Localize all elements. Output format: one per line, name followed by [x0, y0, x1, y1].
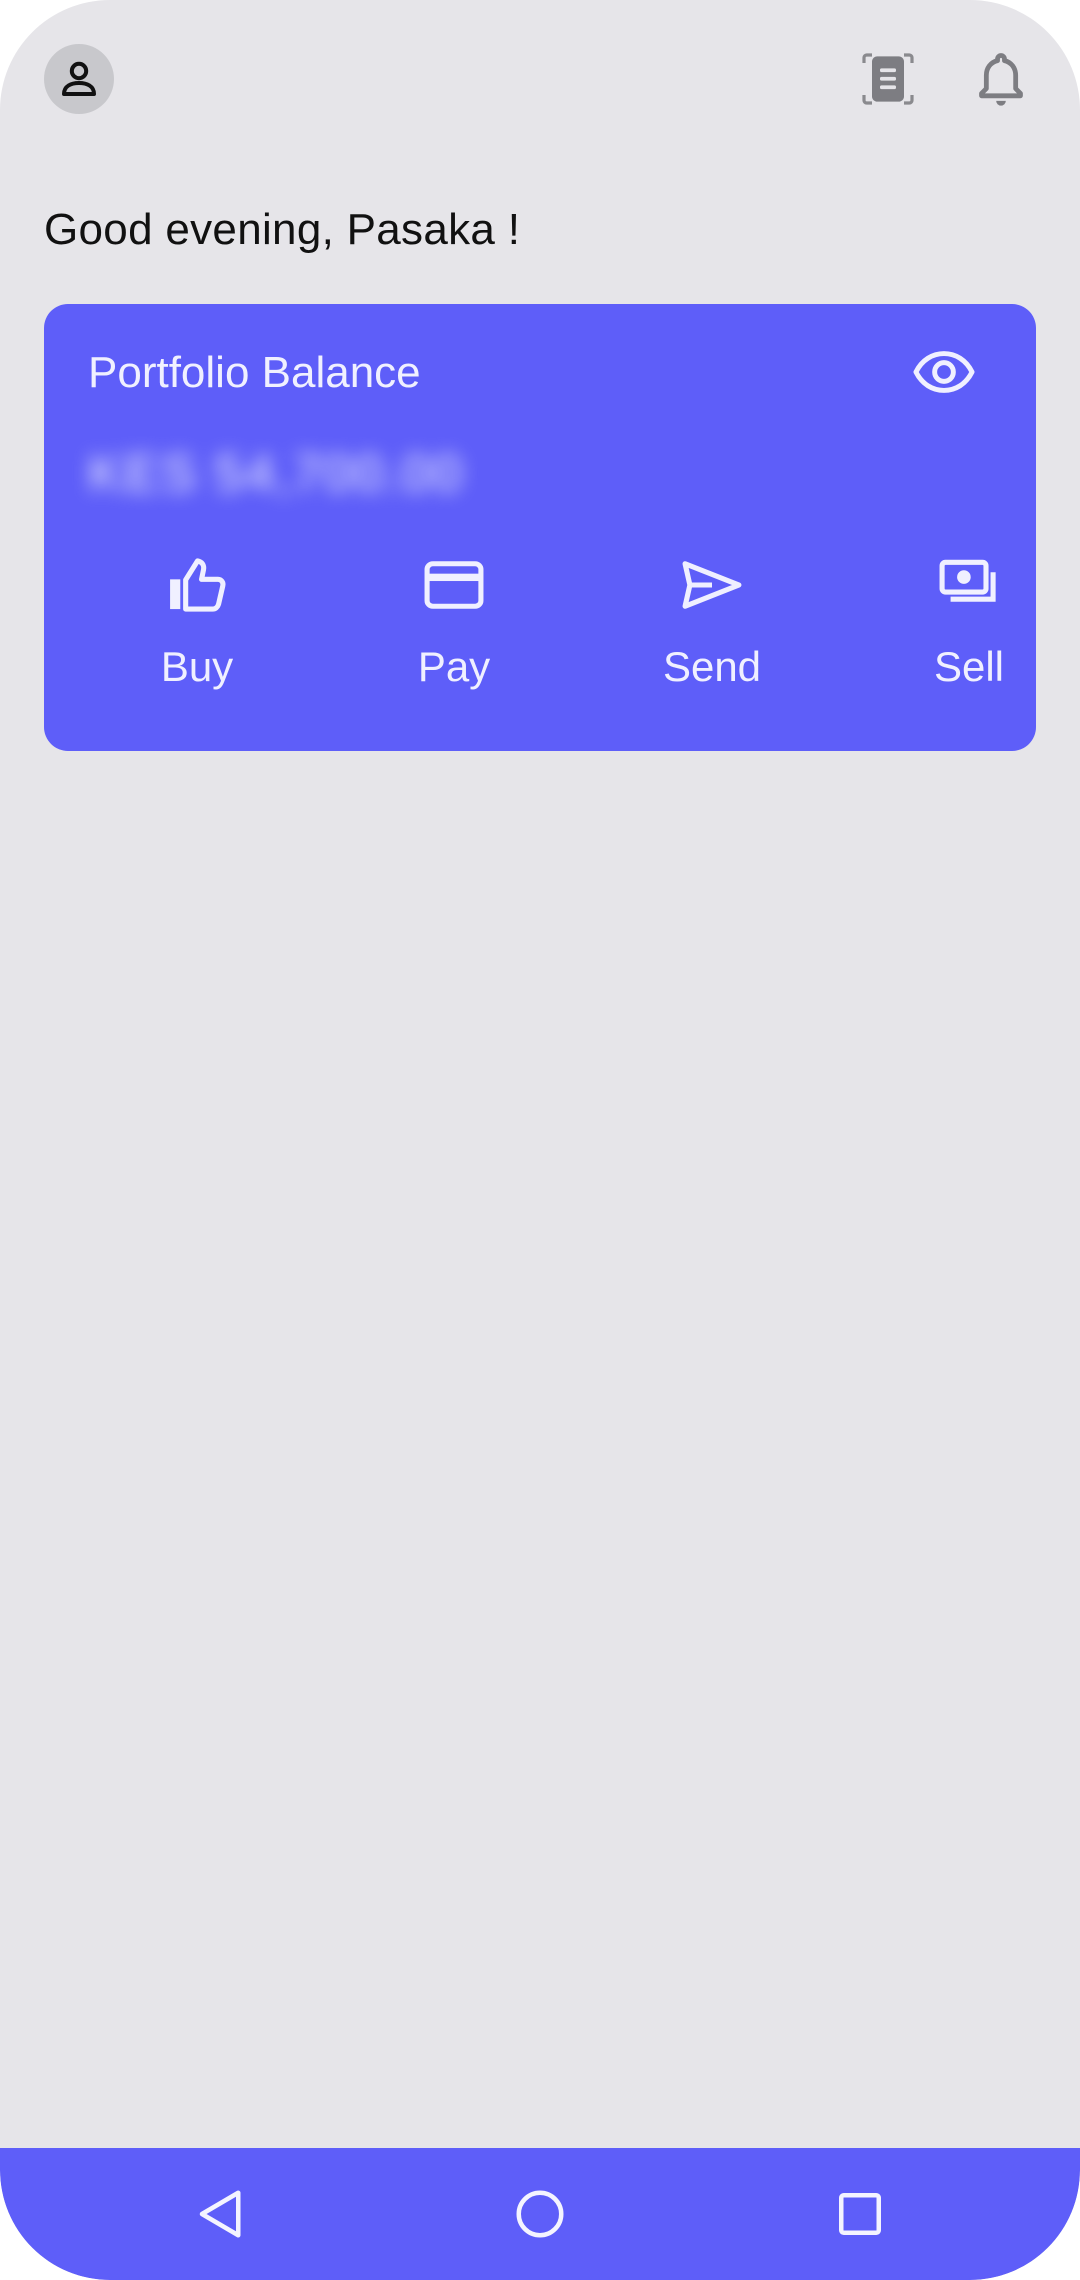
- thumbs-up-icon: [170, 558, 226, 612]
- portfolio-title: Portfolio Balance: [88, 348, 421, 397]
- buy-label: Buy: [160, 643, 234, 690]
- home-screen: Good evening, Pasaka ! Portfolio Balance…: [0, 0, 1080, 2280]
- system-navigation-bar: [0, 2148, 1080, 2280]
- credit-card-icon: [424, 561, 484, 609]
- buy-button[interactable]: Buy: [107, 549, 287, 719]
- profile-avatar-button[interactable]: [44, 44, 114, 114]
- sell-label: Sell: [933, 643, 1005, 690]
- back-triangle-icon: [199, 2190, 241, 2238]
- send-icon: [682, 561, 742, 609]
- recents-square-icon: [839, 2193, 881, 2235]
- portfolio-card: Portfolio Balance KES 54,700.00 Buy Pay …: [44, 304, 1036, 751]
- pay-label: Pay: [417, 643, 491, 690]
- toggle-balance-visibility-button[interactable]: [904, 332, 984, 412]
- eye-icon: [913, 351, 975, 393]
- nav-home-button[interactable]: [496, 2170, 584, 2258]
- bell-icon: [979, 53, 1023, 106]
- pay-button[interactable]: Pay: [364, 549, 544, 719]
- send-button[interactable]: Send: [622, 549, 802, 719]
- person-icon: [62, 61, 96, 96]
- sell-button[interactable]: Sell: [879, 549, 1059, 719]
- greeting-text: Good evening, Pasaka !: [44, 205, 521, 254]
- receipt-scan-icon: [862, 53, 914, 105]
- notifications-button[interactable]: [966, 44, 1036, 114]
- card-actions: Buy Pay Send Sell: [44, 549, 1036, 719]
- scan-receipt-button[interactable]: [853, 44, 923, 114]
- money-icon: [939, 559, 996, 602]
- home-circle-icon: [516, 2190, 564, 2238]
- nav-back-button[interactable]: [178, 2170, 266, 2258]
- nav-recents-button[interactable]: [816, 2170, 904, 2258]
- portfolio-balance-value: KES 54,700.00: [88, 445, 464, 503]
- send-label: Send: [662, 643, 762, 690]
